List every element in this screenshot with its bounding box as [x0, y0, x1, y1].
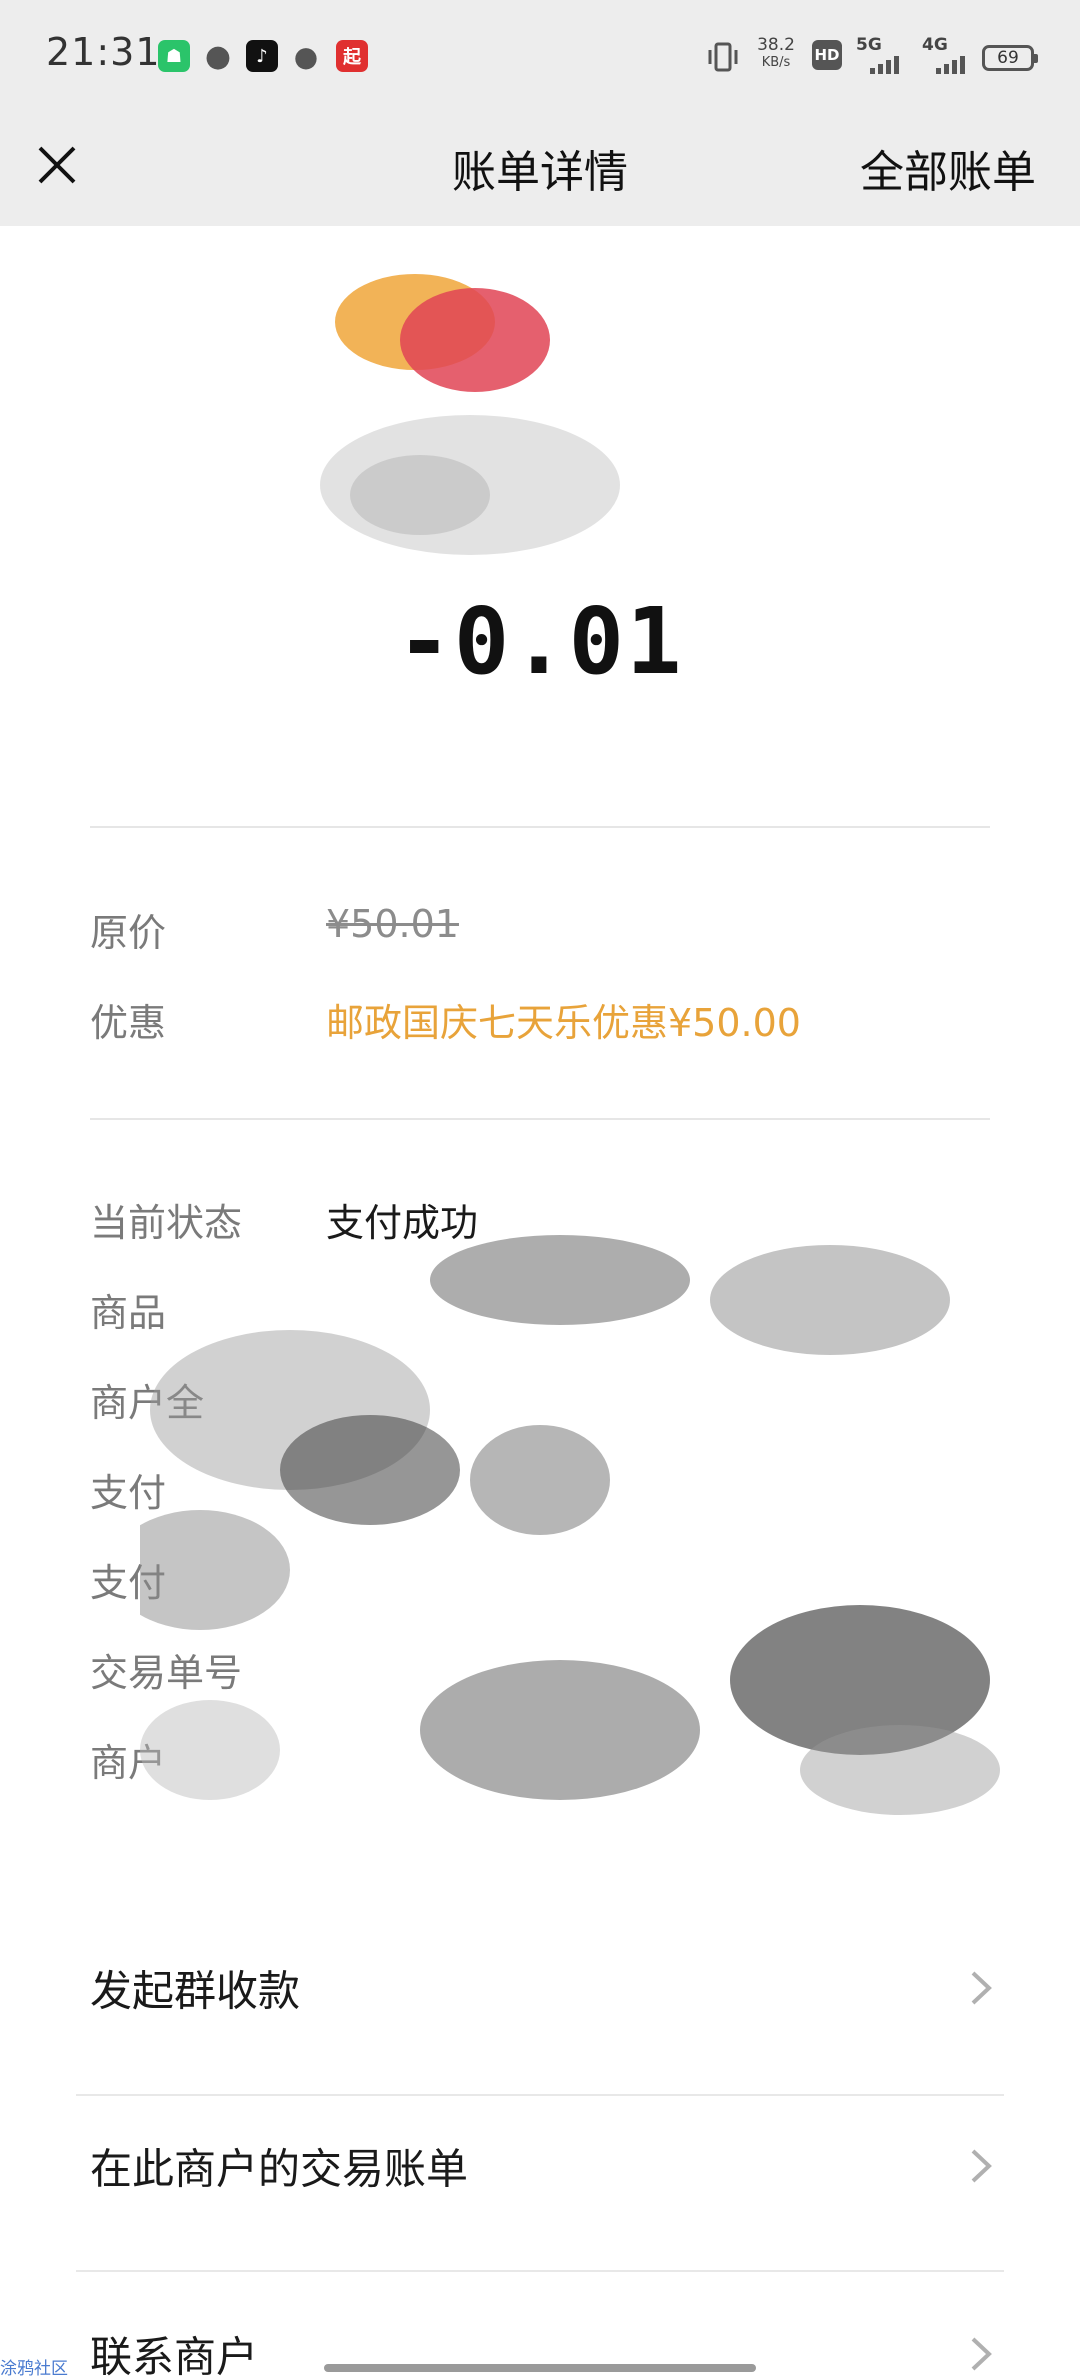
row-order-no: 交易单号 [90, 1642, 990, 1702]
row-merchant-no: 商户 [90, 1732, 990, 1792]
discount-value: 邮政国庆七天乐优惠¥50.00 [326, 1001, 801, 1045]
divider-1 [90, 826, 990, 828]
watermark: 涂鸦社区 [0, 2359, 68, 2376]
row-pay-time: 支付 [90, 1462, 990, 1522]
bulb-icon: ● [293, 39, 319, 73]
row-merchant-full: 商户全 [90, 1372, 990, 1432]
chevron-right-icon [971, 1971, 992, 2005]
chat-bubble-icon: ● [204, 38, 232, 74]
row-discount: 优惠 邮政国庆七天乐优惠¥50.00 [90, 992, 990, 1052]
amount: -0.01 [396, 588, 684, 695]
merchant-full-label: 商户全 [90, 1381, 205, 1425]
hd-icon: HD [812, 40, 842, 70]
merchant-no-label: 商户 [90, 1741, 167, 1785]
qi-red-icon: 起 [336, 40, 368, 72]
merchant-bills-item[interactable]: 在此商户的交易账单 [76, 2078, 1004, 2254]
original-price-value: ¥50.01 [326, 902, 459, 946]
home-indicator[interactable] [324, 2364, 756, 2372]
group-collect-label: 发起群收款 [90, 1966, 301, 2016]
signal-4g: 4G [922, 36, 978, 76]
net-speed-unit: KB/s [761, 55, 791, 70]
merchant-bills-label: 在此商户的交易账单 [90, 2144, 469, 2194]
divider-2 [90, 1118, 990, 1120]
pay-method-label: 支付 [90, 1561, 167, 1605]
status-time: 21:31 [46, 30, 161, 74]
contact-merchant-item[interactable]: 联系商户 [76, 2272, 1004, 2376]
status-bar: 21:31 ☗ ● ♪ ● 起 38.2 KB/s HD 5G 4G 69 [0, 0, 1080, 112]
row-pay-method: 支付 [90, 1552, 990, 1612]
net-speed-value: 38.2 [757, 35, 795, 55]
order-no-label: 交易单号 [90, 1651, 243, 1695]
discount-label: 优惠 [90, 1001, 167, 1045]
net2-label: 4G [922, 35, 948, 55]
pay-time-label: 支付 [90, 1471, 167, 1515]
status-label: 当前状态 [90, 1201, 243, 1245]
vibrate-icon [706, 40, 740, 74]
row-status: 当前状态 支付成功 [90, 1192, 990, 1252]
action-list: 发起群收款 在此商户的交易账单 联系商户 [0, 1900, 1080, 2376]
signal-5g: 5G [856, 36, 912, 76]
net-speed: 38.2 KB/s [754, 36, 798, 72]
battery-icon: 69 [982, 45, 1038, 71]
contact-merchant-label: 联系商户 [90, 2332, 259, 2376]
net1-label: 5G [856, 35, 882, 55]
header: 账单详情 全部账单 [0, 112, 1080, 226]
all-bills-link[interactable]: 全部账单 [860, 136, 1036, 200]
status-value: 支付成功 [326, 1201, 479, 1245]
status-indicators: 38.2 KB/s HD 5G 4G 69 [706, 36, 1038, 80]
messages-green-icon: ☗ [158, 40, 190, 72]
group-collect-item[interactable]: 发起群收款 [76, 1900, 1004, 2076]
chevron-right-icon [971, 2337, 992, 2371]
douyin-icon: ♪ [246, 40, 278, 72]
chevron-right-icon [971, 2149, 992, 2183]
row-original-price: 原价 ¥50.01 [90, 902, 990, 962]
row-product: 商品 [90, 1282, 990, 1342]
product-label: 商品 [90, 1291, 167, 1335]
merchant-logo-scribble [320, 274, 620, 555]
original-price-label: 原价 [90, 911, 167, 955]
